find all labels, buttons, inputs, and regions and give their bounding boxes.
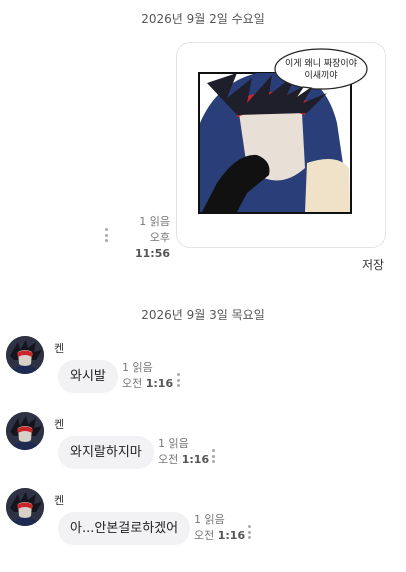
more-options-icon[interactable] xyxy=(211,449,215,463)
timestamp: 오전 1:16 xyxy=(194,529,246,542)
message-meta: 1 읽음 오전 1:16 xyxy=(194,512,245,544)
sent-message-meta: 1 읽음 오후 11:56 xyxy=(126,214,170,262)
avatar[interactable] xyxy=(6,412,44,450)
sent-image-card[interactable]: 이게 왜니 짜장이야 이새끼야 xyxy=(176,42,386,248)
read-status: 1 읽음 xyxy=(194,513,225,526)
read-status: 1 읽음 xyxy=(158,437,189,450)
more-options-icon[interactable] xyxy=(247,525,251,539)
message-meta: 1 읽음 오전 1:16 xyxy=(158,436,209,468)
save-button[interactable]: 저장 xyxy=(362,256,384,273)
message-meta: 1 읽음 오전 1:16 xyxy=(122,360,173,392)
sender-name: 켄 xyxy=(54,494,65,507)
avatar[interactable] xyxy=(6,336,44,374)
date-separator: 2026년 9월 2일 수요일 xyxy=(141,12,265,26)
message-bubble[interactable]: 와시발 xyxy=(58,360,118,393)
more-options-icon[interactable] xyxy=(176,373,180,387)
sender-name: 켄 xyxy=(54,418,65,431)
message-bubble[interactable]: 와지랄하지마 xyxy=(58,436,154,469)
message-bubble[interactable]: 아...안본걸로하겠어 xyxy=(58,512,191,545)
timestamp: 오후 11:56 xyxy=(134,231,170,260)
speech-text-line2: 이새끼야 xyxy=(304,70,337,81)
speech-text-line1: 이게 왜니 짜장이야 xyxy=(285,58,357,69)
sender-name: 켄 xyxy=(54,342,65,355)
timestamp: 오전 1:16 xyxy=(122,377,174,390)
timestamp: 오전 1:16 xyxy=(158,453,210,466)
read-status: 1 읽음 xyxy=(139,215,170,228)
more-options-icon[interactable] xyxy=(104,228,108,242)
date-separator: 2026년 9월 3일 목요일 xyxy=(141,308,265,322)
comic-panel-image[interactable]: 이게 왜니 짜장이야 이새끼야 xyxy=(177,43,385,247)
avatar[interactable] xyxy=(6,488,44,526)
read-status: 1 읽음 xyxy=(122,361,153,374)
